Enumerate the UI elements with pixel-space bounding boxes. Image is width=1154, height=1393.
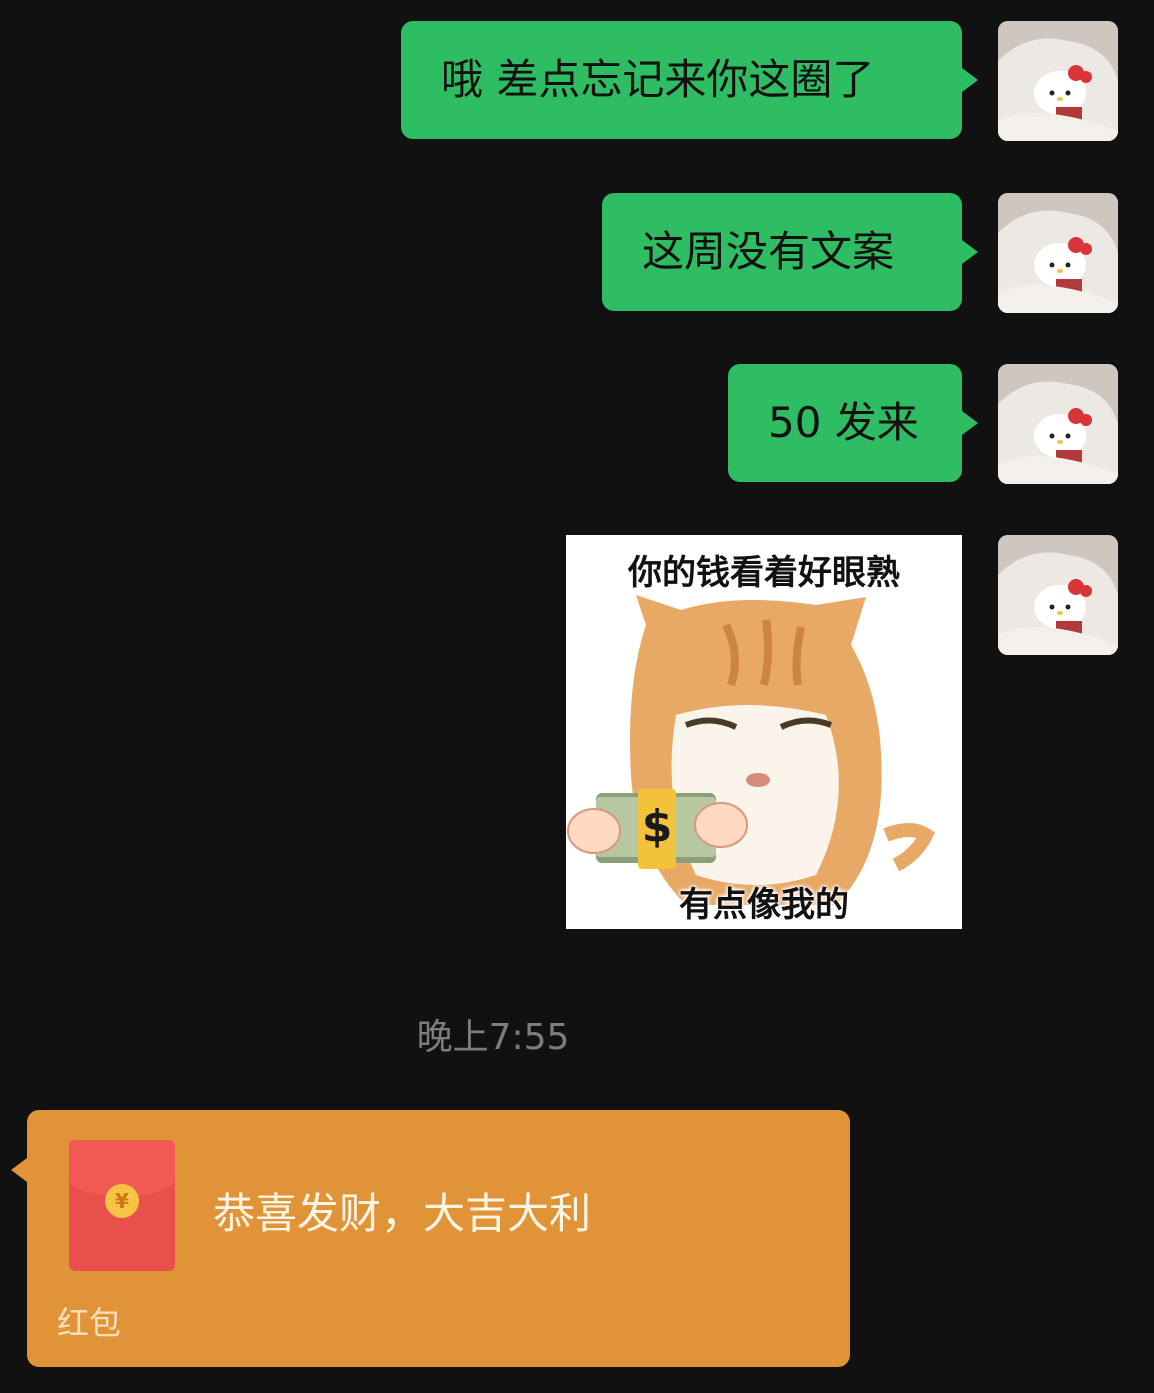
hello-kitty-avatar-icon [998,193,1118,313]
sent-message-bubble[interactable]: 50 发来 [728,364,978,482]
user-avatar[interactable] [998,535,1118,655]
red-packet-label: 红包 [57,1304,122,1342]
cat-money-sticker-image: $ [567,595,936,905]
red-packet-title: 恭喜发财，大吉大利 [213,1189,592,1238]
user-avatar[interactable] [998,21,1118,141]
message-text: 50 发来 [768,398,919,447]
chat-timestamp: 晚上7:55 [416,1017,570,1058]
yuan-coin-icon: ¥ [105,1184,139,1218]
message-text: 哦 差点忘记来你这圈了 [441,55,875,104]
user-avatar[interactable] [998,193,1118,313]
hello-kitty-avatar-icon [998,21,1118,141]
red-envelope-icon: ¥ [69,1140,175,1271]
hello-kitty-avatar-icon [998,364,1118,484]
hello-kitty-avatar-icon [998,535,1118,655]
sticker-bottom-caption: 有点像我的 [679,885,849,925]
user-avatar[interactable] [998,364,1118,484]
message-text: 这周没有文案 [642,227,895,276]
sticker-top-caption: 你的钱看着好眼熟 [628,553,900,593]
sent-message-bubble[interactable]: 哦 差点忘记来你这圈了 [401,21,978,139]
sent-message-bubble[interactable]: 这周没有文案 [602,193,978,311]
svg-text:$: $ [642,801,673,852]
sticker-message[interactable]: $ 你的钱看着好眼熟 有点像我的 [566,535,962,929]
red-packet-message[interactable]: ¥ 恭喜发财，大吉大利 红包 [11,1110,850,1367]
